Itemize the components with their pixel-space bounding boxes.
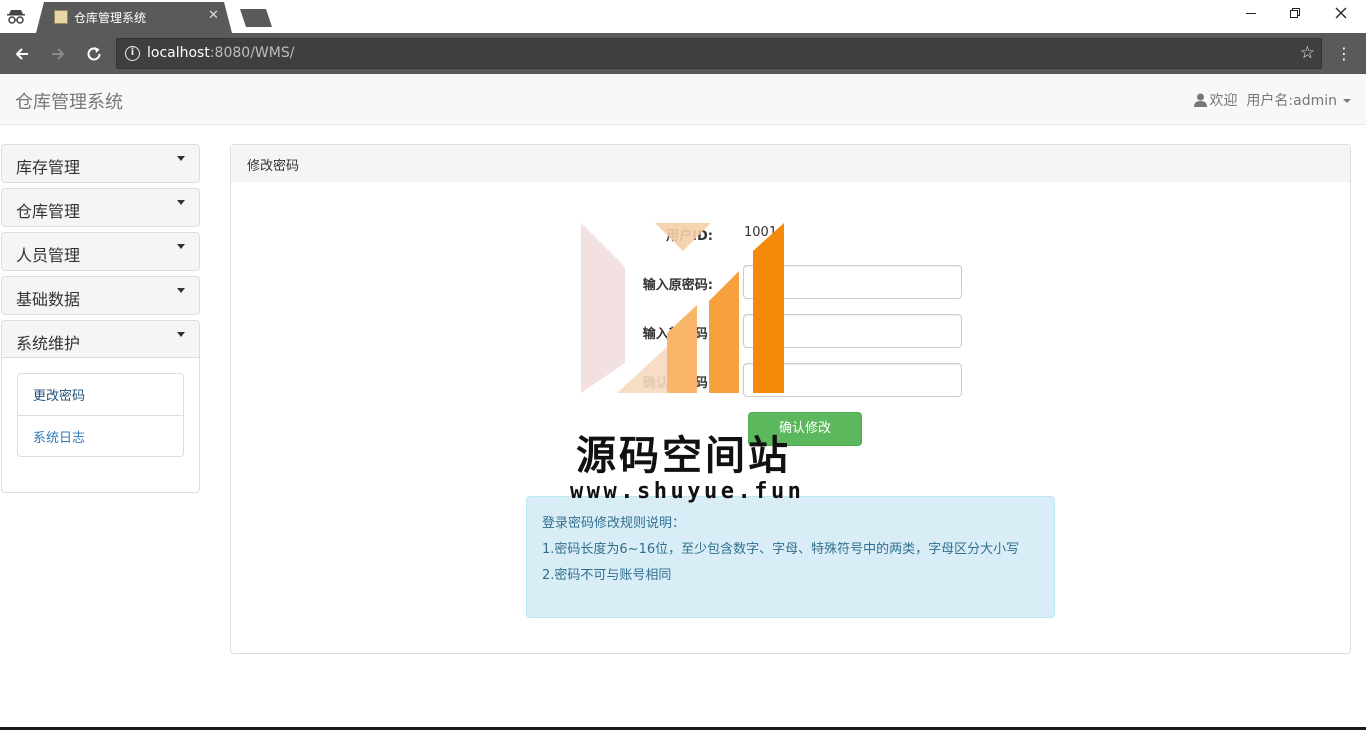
chevron-down-icon: [1343, 99, 1351, 103]
sidebar-section-warehouse: 仓库管理: [1, 188, 200, 227]
browser-menu-icon[interactable]: ⋮: [1336, 43, 1352, 65]
username-text: 用户名:admin: [1246, 93, 1337, 109]
panel-title: 修改密码: [231, 145, 1350, 182]
submenu-item-change-password[interactable]: 更改密码: [18, 374, 183, 415]
sidebar-submenu: 更改密码 系统日志: [2, 358, 199, 492]
back-arrow-icon[interactable]: [11, 43, 33, 65]
submenu-list: 更改密码 系统日志: [17, 373, 184, 457]
sidebar-section-inventory: 库存管理: [1, 144, 200, 183]
sidebar: 库存管理 仓库管理 人员管理 基础数据 系统维护 更改密码 系统日志: [1, 144, 200, 498]
welcome-text: 欢迎: [1209, 93, 1238, 109]
rules-title: 登录密码修改规则说明：: [542, 516, 686, 531]
sidebar-section-system: 系统维护 更改密码 系统日志: [1, 320, 200, 493]
user-dropdown[interactable]: 欢迎 用户名:admin: [1193, 90, 1351, 110]
reload-icon[interactable]: [83, 43, 105, 65]
tab-close-icon[interactable]: ✕: [208, 8, 219, 24]
dropdown-caret-icon: [177, 244, 185, 249]
dropdown-caret-icon: [177, 288, 185, 293]
sidebar-section-basic-data: 基础数据: [1, 276, 200, 315]
sidebar-section-personnel: 人员管理: [1, 232, 200, 271]
rule-item: 2.密码不可与账号相同: [542, 568, 672, 583]
watermark-logo-icon: [581, 223, 784, 393]
app-brand[interactable]: 仓库管理系统: [15, 88, 123, 114]
dropdown-caret-icon: [177, 156, 185, 161]
password-rules-alert: 登录密码修改规则说明： 1.密码长度为6~16位，至少包含数字、字母、特殊符号中…: [526, 496, 1055, 618]
tab-title: 仓库管理系统: [74, 11, 147, 25]
url-text: localhost:8080/WMS/: [147, 45, 295, 61]
rule-item: 1.密码长度为6~16位，至少包含数字、字母、特殊符号中的两类，字母区分大小写: [542, 542, 1020, 557]
watermark-text: 源码空间站: [576, 433, 791, 479]
dropdown-caret-icon: [177, 332, 185, 337]
close-window-icon[interactable]: [1331, 6, 1351, 24]
forward-arrow-icon[interactable]: [47, 43, 69, 65]
address-bar[interactable]: i localhost:8080/WMS/ ☆: [116, 38, 1322, 69]
sidebar-heading[interactable]: 人员管理: [2, 233, 199, 270]
user-icon: [1193, 93, 1207, 107]
submenu-item-system-log[interactable]: 系统日志: [18, 415, 183, 456]
minimize-icon[interactable]: [1241, 6, 1261, 24]
incognito-icon: [7, 10, 25, 24]
bookmark-star-icon[interactable]: ☆: [1300, 43, 1315, 63]
sidebar-heading[interactable]: 仓库管理: [2, 189, 199, 226]
dropdown-caret-icon: [177, 200, 185, 205]
sidebar-heading[interactable]: 系统维护: [2, 321, 199, 358]
watermark-url: www.shuyue.fun: [570, 479, 805, 504]
restore-icon[interactable]: [1285, 6, 1305, 24]
app-navbar: 仓库管理系统 欢迎 用户名:admin: [0, 74, 1366, 125]
browser-toolbar: i localhost:8080/WMS/ ☆ ⋮: [0, 33, 1366, 74]
favicon-icon: [54, 10, 68, 24]
browser-tabstrip: 仓库管理系统 ✕: [0, 0, 1366, 33]
site-info-icon[interactable]: i: [125, 46, 140, 61]
sidebar-heading[interactable]: 基础数据: [2, 277, 199, 314]
sidebar-heading[interactable]: 库存管理: [2, 145, 199, 182]
browser-tab-active[interactable]: 仓库管理系统 ✕: [36, 2, 232, 33]
new-tab-button[interactable]: [240, 9, 272, 27]
